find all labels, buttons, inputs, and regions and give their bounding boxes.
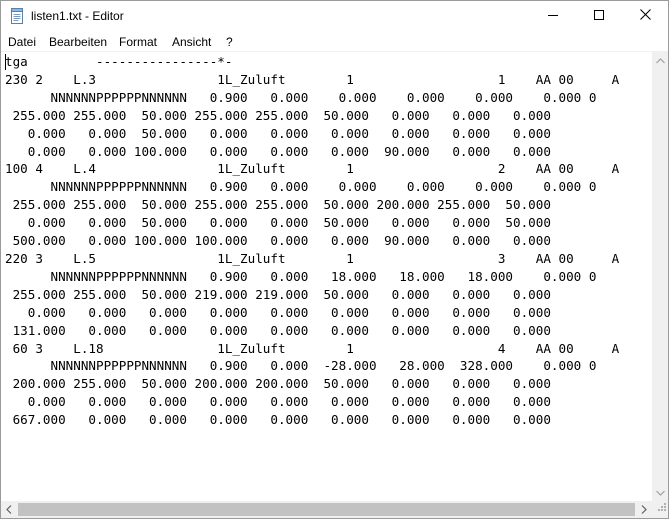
text-line: NNNNNNPPPPPPNNNNNN 0.900 0.000 0.000 0.0… — [5, 179, 597, 195]
text-line: 0.000 0.000 50.000 0.000 0.000 50.000 0.… — [5, 215, 551, 231]
menu-format[interactable]: Format — [119, 35, 157, 49]
window-title: listen1.txt - Editor — [31, 9, 124, 23]
text-line: 200.000 255.000 50.000 200.000 200.000 5… — [5, 376, 551, 392]
minimize-button[interactable] — [530, 1, 576, 31]
maximize-icon — [594, 7, 604, 25]
arrow-up-icon[interactable] — [652, 52, 668, 69]
text-caret — [5, 54, 6, 70]
text-line: 100 4 L.4 1L_Zuluft 1 2 AA 00 A — [5, 161, 620, 177]
arrow-left-icon[interactable] — [1, 501, 17, 518]
horizontal-scroll-thumb[interactable] — [18, 503, 635, 516]
text-line: 60 3 L.18 1L_Zuluft 1 4 AA 00 A — [5, 340, 620, 356]
editor-text[interactable]: tga ----------------*- 230 2 L.3 1L_Zulu… — [5, 53, 619, 429]
vertical-scrollbar[interactable] — [652, 52, 668, 501]
text-line: 131.000 0.000 0.000 0.000 0.000 0.000 0.… — [5, 322, 551, 338]
menu-datei[interactable]: Datei — [8, 35, 36, 49]
minimize-icon — [548, 7, 558, 25]
scrollbar-corner — [652, 501, 668, 518]
notepad-icon[interactable] — [9, 8, 25, 24]
menu-bearbeiten[interactable]: Bearbeiten — [49, 35, 107, 49]
text-line: 500.000 0.000 100.000 100.000 0.000 0.00… — [5, 233, 551, 249]
text-line: 0.000 0.000 100.000 0.000 0.000 0.000 90… — [5, 143, 551, 159]
text-line: NNNNNNPPPPPPNNNNNN 0.900 0.000 0.000 0.0… — [5, 89, 597, 105]
title-bar[interactable]: listen1.txt - Editor — [1, 1, 668, 31]
close-icon — [639, 7, 651, 25]
menu-help[interactable]: ? — [226, 35, 233, 49]
text-line: 255.000 255.000 50.000 255.000 255.000 5… — [5, 107, 551, 123]
menu-ansicht[interactable]: Ansicht — [172, 35, 211, 49]
size-grip-icon[interactable] — [655, 499, 667, 517]
text-editor[interactable]: tga ----------------*- 230 2 L.3 1L_Zulu… — [1, 52, 652, 501]
text-line: 255.000 255.000 50.000 255.000 255.000 5… — [5, 197, 551, 213]
text-line: 220 3 L.5 1L_Zuluft 1 3 AA 00 A — [5, 250, 620, 266]
text-line: 255.000 255.000 50.000 219.000 219.000 5… — [5, 286, 551, 302]
text-line: 0.000 0.000 0.000 0.000 0.000 0.000 0.00… — [5, 304, 551, 320]
close-button[interactable] — [622, 1, 668, 31]
horizontal-scrollbar[interactable] — [1, 501, 652, 518]
text-line: 0.000 0.000 0.000 0.000 0.000 0.000 0.00… — [5, 394, 551, 410]
text-line: 230 2 L.3 1L_Zuluft 1 1 AA 00 A — [5, 71, 620, 87]
text-line: 667.000 0.000 0.000 0.000 0.000 0.000 0.… — [5, 412, 551, 428]
menu-bar: Datei Bearbeiten Format Ansicht ? — [1, 31, 668, 52]
text-line: tga ----------------*- — [5, 54, 233, 69]
editor-window: listen1.txt - Editor Datei Bearbeiten Fo… — [0, 0, 669, 519]
text-line: NNNNNNPPPPPPNNNNNN 0.900 0.000 18.000 18… — [5, 268, 597, 284]
arrow-right-icon[interactable] — [636, 501, 652, 518]
maximize-button[interactable] — [576, 1, 622, 31]
text-line: NNNNNNPPPPPPNNNNNN 0.900 0.000 -28.000 2… — [5, 358, 597, 374]
text-line: 0.000 0.000 50.000 0.000 0.000 0.000 0.0… — [5, 125, 551, 141]
